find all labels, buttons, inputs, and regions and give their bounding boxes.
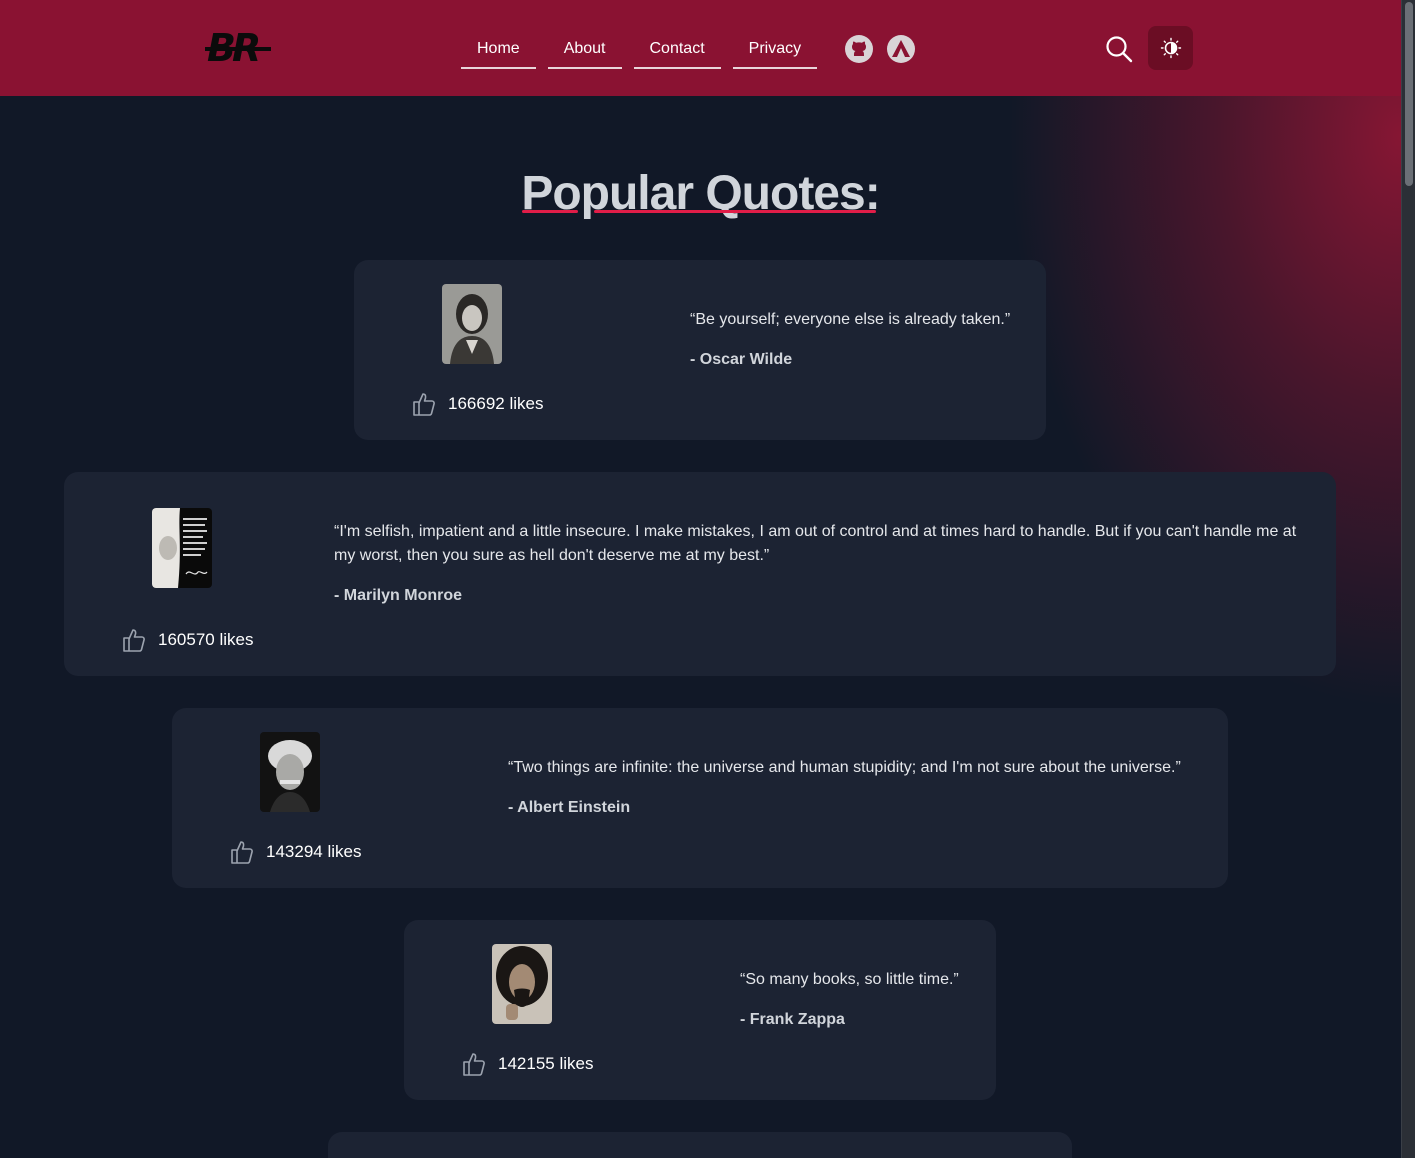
main-nav: Home About Contact Privacy [461,30,818,69]
likes-counter: 166692 likes [412,391,543,417]
quote-card: 160570 likes “I'm selfish, impatient and… [64,472,1336,676]
quote-card: 142155 likes “So many books, so little t… [404,920,996,1100]
likes-counter: 142155 likes [462,1051,593,1077]
thumbs-up-icon[interactable] [230,839,254,865]
site-header: BR Home About Contact Privacy [0,0,1401,96]
theme-toggle-button[interactable] [1148,26,1193,70]
site-icon[interactable] [887,35,915,63]
thumbs-up-icon[interactable] [462,1051,486,1077]
quote-author[interactable]: - Frank Zappa [740,1011,845,1029]
author-avatar [492,944,552,1024]
quote-card: 143294 likes “Two things are infinite: t… [172,708,1228,888]
scrollbar-thumb[interactable] [1405,2,1413,186]
quote-author[interactable]: - Marilyn Monroe [334,587,462,605]
author-avatar [260,732,320,812]
likes-count: 142155 likes [498,1054,594,1073]
quote-text: “I'm selfish, impatient and a little ins… [334,523,1297,564]
nav-privacy[interactable]: Privacy [732,30,818,69]
nav-about[interactable]: About [547,30,622,69]
github-icon[interactable] [845,35,873,63]
quote-author[interactable]: - Oscar Wilde [690,351,792,369]
quote-text: “So many books, so little time.” [740,971,959,988]
likes-count: 143294 likes [266,842,362,861]
likes-counter: 160570 likes [122,627,253,653]
title-underline [522,210,578,213]
search-button[interactable] [1104,34,1134,64]
likes-counter: 143294 likes [230,839,361,865]
quote-text: “Two things are infinite: the universe a… [508,759,1181,776]
thumbs-up-icon[interactable] [412,391,436,417]
nav-home[interactable]: Home [461,30,536,69]
nav-contact[interactable]: Contact [633,30,721,69]
quote-card: 166692 likes “Be yourself; everyone else… [354,260,1046,440]
quote-card [328,1132,1072,1158]
theme-toggle-icon [1160,37,1181,59]
author-avatar [442,284,502,364]
thumbs-up-icon[interactable] [122,627,146,653]
author-avatar [152,508,212,588]
likes-count: 166692 likes [448,394,544,413]
site-logo[interactable]: BR [205,29,271,67]
search-icon [1106,36,1133,63]
title-underline [594,210,876,213]
quote-author[interactable]: - Albert Einstein [508,799,630,817]
page-scrollbar[interactable] [1401,0,1415,1158]
quote-text: “Be yourself; everyone else is already t… [690,311,1011,328]
likes-count: 160570 likes [158,630,254,649]
